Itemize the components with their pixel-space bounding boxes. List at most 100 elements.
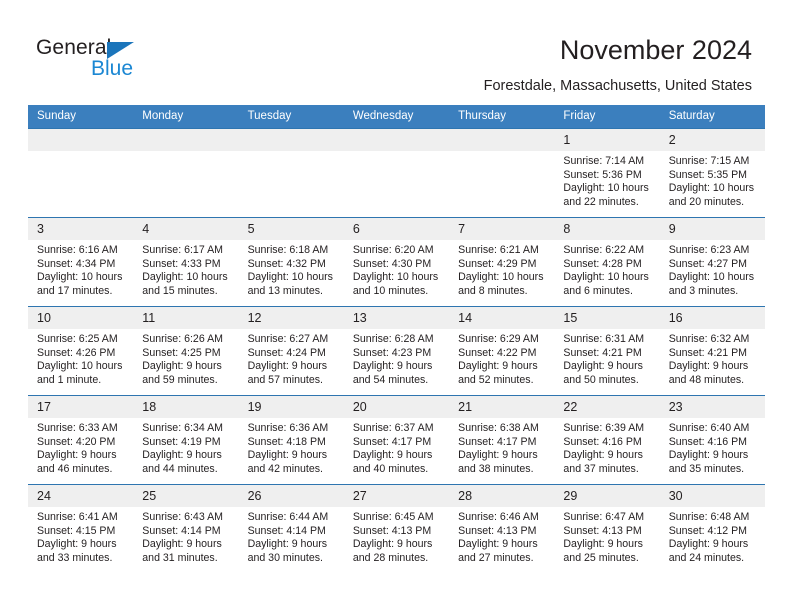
- calendar-day-cell[interactable]: 14 Sunrise: 6:29 AM Sunset: 4:22 PM Dayligh…: [449, 306, 555, 396]
- calendar-day-cell[interactable]: 8 Sunrise: 6:22 AM Sunset: 4:28 PM Daylight…: [554, 217, 660, 307]
- day-details: Sunrise: 6:18 AM Sunset: 4:32 PM Daylight:…: [239, 240, 344, 298]
- sunrise-text: Sunrise: 6:48 AM: [668, 511, 750, 523]
- sunset-text: Sunset: 4:14 PM: [247, 524, 326, 537]
- calendar-week-row: 1 Sunrise: 7:14 AM Sunset: 5:36 PM Daylight…: [28, 128, 765, 218]
- calendar-day-cell[interactable]: 6 Sunrise: 6:20 AM Sunset: 4:30 PM Daylight…: [343, 217, 450, 307]
- calendar-day-cell[interactable]: 13 Sunrise: 6:28 AM Sunset: 4:23 PM Dayligh…: [343, 306, 450, 396]
- page-header: General Blue November 2024 Forestdale, M…: [0, 0, 792, 100]
- day-cell-inner: [449, 129, 555, 217]
- daylight-text: Daylight: 10 hours and 20 minutes.: [668, 182, 755, 208]
- day-details: Sunrise: 6:41 AM Sunset: 4:15 PM Daylight:…: [28, 507, 133, 565]
- day-details: Sunrise: 7:14 AM Sunset: 5:36 PM Daylight:…: [554, 151, 659, 209]
- calendar-day-cell[interactable]: 26 Sunrise: 6:44 AM Sunset: 4:14 PM Dayligh…: [238, 484, 344, 573]
- day-details: Sunrise: 6:39 AM Sunset: 4:16 PM Daylight:…: [554, 418, 659, 476]
- calendar-day-cell[interactable]: 4 Sunrise: 6:17 AM Sunset: 4:33 PM Daylight…: [133, 217, 239, 307]
- day-details: Sunrise: 6:34 AM Sunset: 4:19 PM Daylight:…: [133, 418, 238, 476]
- weekday-header-wednesday: Wednesday: [343, 105, 450, 129]
- calendar-day-cell[interactable]: 1 Sunrise: 7:14 AM Sunset: 5:36 PM Daylight…: [554, 128, 660, 218]
- daylight-text: Daylight: 9 hours and 38 minutes.: [458, 449, 538, 475]
- day-details: Sunrise: 6:37 AM Sunset: 4:17 PM Daylight:…: [344, 418, 449, 476]
- day-number: [449, 129, 555, 151]
- sunrise-text: Sunrise: 6:26 AM: [142, 333, 223, 345]
- day-cell-inner: 17 Sunrise: 6:33 AM Sunset: 4:20 PM Dayligh…: [28, 396, 134, 484]
- day-number: 10: [28, 307, 134, 329]
- calendar-day-cell[interactable]: 2 Sunrise: 7:15 AM Sunset: 5:35 PM Daylight…: [659, 128, 765, 218]
- day-number: 8: [554, 218, 660, 240]
- calendar-day-cell[interactable]: 22 Sunrise: 6:39 AM Sunset: 4:16 PM Dayligh…: [554, 395, 660, 485]
- day-number: 26: [238, 485, 344, 507]
- day-details: Sunrise: 6:16 AM Sunset: 4:34 PM Daylight:…: [28, 240, 133, 298]
- calendar-day-cell[interactable]: 30 Sunrise: 6:48 AM Sunset: 4:12 PM Dayligh…: [659, 484, 765, 573]
- daylight-text: Daylight: 9 hours and 37 minutes.: [563, 449, 643, 475]
- calendar-day-cell[interactable]: 29 Sunrise: 6:47 AM Sunset: 4:13 PM Dayligh…: [554, 484, 660, 573]
- day-number: 18: [133, 396, 239, 418]
- day-number: 23: [659, 396, 765, 418]
- weekday-header-sunday: Sunday: [28, 105, 134, 129]
- calendar-day-cell[interactable]: 28 Sunrise: 6:46 AM Sunset: 4:13 PM Dayligh…: [449, 484, 555, 573]
- calendar-day-cell[interactable]: 18 Sunrise: 6:34 AM Sunset: 4:19 PM Dayligh…: [133, 395, 239, 485]
- calendar-day-cell[interactable]: 23 Sunrise: 6:40 AM Sunset: 4:16 PM Dayligh…: [659, 395, 765, 485]
- daylight-text: Daylight: 9 hours and 27 minutes.: [458, 538, 538, 564]
- sunrise-text: Sunrise: 6:28 AM: [352, 333, 434, 345]
- calendar-day-cell[interactable]: 15 Sunrise: 6:31 AM Sunset: 4:21 PM Dayligh…: [554, 306, 660, 396]
- sunset-text: Sunset: 4:13 PM: [458, 524, 537, 537]
- calendar-day-cell[interactable]: 5 Sunrise: 6:18 AM Sunset: 4:32 PM Daylight…: [238, 217, 344, 307]
- calendar-day-cell[interactable]: 25 Sunrise: 6:43 AM Sunset: 4:14 PM Dayligh…: [133, 484, 239, 573]
- day-number: 22: [554, 396, 660, 418]
- daylight-text: Daylight: 9 hours and 42 minutes.: [247, 449, 328, 475]
- weekday-header-tuesday: Tuesday: [238, 105, 344, 129]
- daylight-text: Daylight: 9 hours and 40 minutes.: [352, 449, 433, 475]
- calendar-day-cell[interactable]: 19 Sunrise: 6:36 AM Sunset: 4:18 PM Dayligh…: [238, 395, 344, 485]
- sunrise-text: Sunrise: 6:47 AM: [563, 511, 645, 523]
- day-details: Sunrise: 6:36 AM Sunset: 4:18 PM Daylight:…: [239, 418, 344, 476]
- calendar-day-cell[interactable]: 3 Sunrise: 6:16 AM Sunset: 4:34 PM Daylight…: [28, 217, 134, 307]
- day-cell-inner: 22 Sunrise: 6:39 AM Sunset: 4:16 PM Dayligh…: [554, 396, 660, 484]
- daylight-text: Daylight: 9 hours and 59 minutes.: [142, 360, 222, 386]
- sunset-text: Sunset: 4:26 PM: [37, 346, 116, 359]
- daylight-text: Daylight: 10 hours and 15 minutes.: [142, 271, 228, 297]
- day-number: 30: [659, 485, 765, 507]
- calendar-day-cell[interactable]: 9 Sunrise: 6:23 AM Sunset: 4:27 PM Daylight…: [659, 217, 765, 307]
- sunrise-text: Sunrise: 6:45 AM: [352, 511, 434, 523]
- day-cell-inner: 14 Sunrise: 6:29 AM Sunset: 4:22 PM Dayligh…: [449, 307, 555, 395]
- sunrise-text: Sunrise: 7:14 AM: [563, 155, 645, 167]
- calendar-day-cell[interactable]: 21 Sunrise: 6:38 AM Sunset: 4:17 PM Dayligh…: [449, 395, 555, 485]
- calendar-day-cell[interactable]: 11 Sunrise: 6:26 AM Sunset: 4:25 PM Dayligh…: [133, 306, 239, 396]
- calendar-day-cell[interactable]: 12 Sunrise: 6:27 AM Sunset: 4:24 PM Dayligh…: [238, 306, 344, 396]
- calendar-day-cell[interactable]: 17 Sunrise: 6:33 AM Sunset: 4:20 PM Dayligh…: [28, 395, 134, 485]
- day-details: Sunrise: 6:45 AM Sunset: 4:13 PM Daylight:…: [344, 507, 449, 565]
- daylight-text: Daylight: 10 hours and 8 minutes.: [458, 271, 544, 297]
- general-blue-logo[interactable]: General Blue: [36, 36, 236, 86]
- day-number: [343, 129, 450, 151]
- sunrise-text: Sunrise: 6:40 AM: [668, 422, 750, 434]
- day-cell-inner: 25 Sunrise: 6:43 AM Sunset: 4:14 PM Dayligh…: [133, 485, 239, 573]
- day-cell-inner: 21 Sunrise: 6:38 AM Sunset: 4:17 PM Dayligh…: [449, 396, 555, 484]
- sunrise-text: Sunrise: 6:34 AM: [142, 422, 223, 434]
- calendar-body: 1 Sunrise: 7:14 AM Sunset: 5:36 PM Daylight…: [28, 128, 765, 573]
- calendar-day-cell[interactable]: 10 Sunrise: 6:25 AM Sunset: 4:26 PM Dayligh…: [28, 306, 134, 396]
- daylight-text: Daylight: 10 hours and 17 minutes.: [37, 271, 123, 297]
- sunset-text: Sunset: 4:29 PM: [458, 257, 537, 270]
- daylight-text: Daylight: 9 hours and 24 minutes.: [668, 538, 749, 564]
- day-cell-inner: 7 Sunrise: 6:21 AM Sunset: 4:29 PM Daylight…: [449, 218, 555, 306]
- calendar-day-cell[interactable]: 7 Sunrise: 6:21 AM Sunset: 4:29 PM Daylight…: [449, 217, 555, 307]
- day-details: Sunrise: 6:26 AM Sunset: 4:25 PM Daylight:…: [133, 329, 238, 387]
- day-number: 7: [449, 218, 555, 240]
- day-number: 1: [554, 129, 660, 151]
- sunrise-text: Sunrise: 6:36 AM: [247, 422, 329, 434]
- day-details: Sunrise: 6:28 AM Sunset: 4:23 PM Daylight:…: [344, 329, 449, 387]
- calendar-day-cell[interactable]: 24 Sunrise: 6:41 AM Sunset: 4:15 PM Dayligh…: [28, 484, 134, 573]
- day-cell-inner: 2 Sunrise: 7:15 AM Sunset: 5:35 PM Daylight…: [659, 129, 765, 217]
- calendar-day-cell-empty: [133, 128, 239, 218]
- day-cell-inner: 11 Sunrise: 6:26 AM Sunset: 4:25 PM Dayligh…: [133, 307, 239, 395]
- day-cell-inner: 26 Sunrise: 6:44 AM Sunset: 4:14 PM Dayligh…: [238, 485, 344, 573]
- day-details: Sunrise: 6:47 AM Sunset: 4:13 PM Daylight:…: [554, 507, 659, 565]
- day-number: 2: [659, 129, 765, 151]
- daylight-text: Daylight: 10 hours and 10 minutes.: [352, 271, 439, 297]
- sunrise-text: Sunrise: 6:43 AM: [142, 511, 223, 523]
- calendar-day-cell[interactable]: 27 Sunrise: 6:45 AM Sunset: 4:13 PM Dayligh…: [343, 484, 450, 573]
- day-details: Sunrise: 6:25 AM Sunset: 4:26 PM Daylight:…: [28, 329, 133, 387]
- calendar-day-cell[interactable]: 16 Sunrise: 6:32 AM Sunset: 4:21 PM Dayligh…: [659, 306, 765, 396]
- calendar-day-cell[interactable]: 20 Sunrise: 6:37 AM Sunset: 4:17 PM Dayligh…: [343, 395, 450, 485]
- sunset-text: Sunset: 4:24 PM: [247, 346, 326, 359]
